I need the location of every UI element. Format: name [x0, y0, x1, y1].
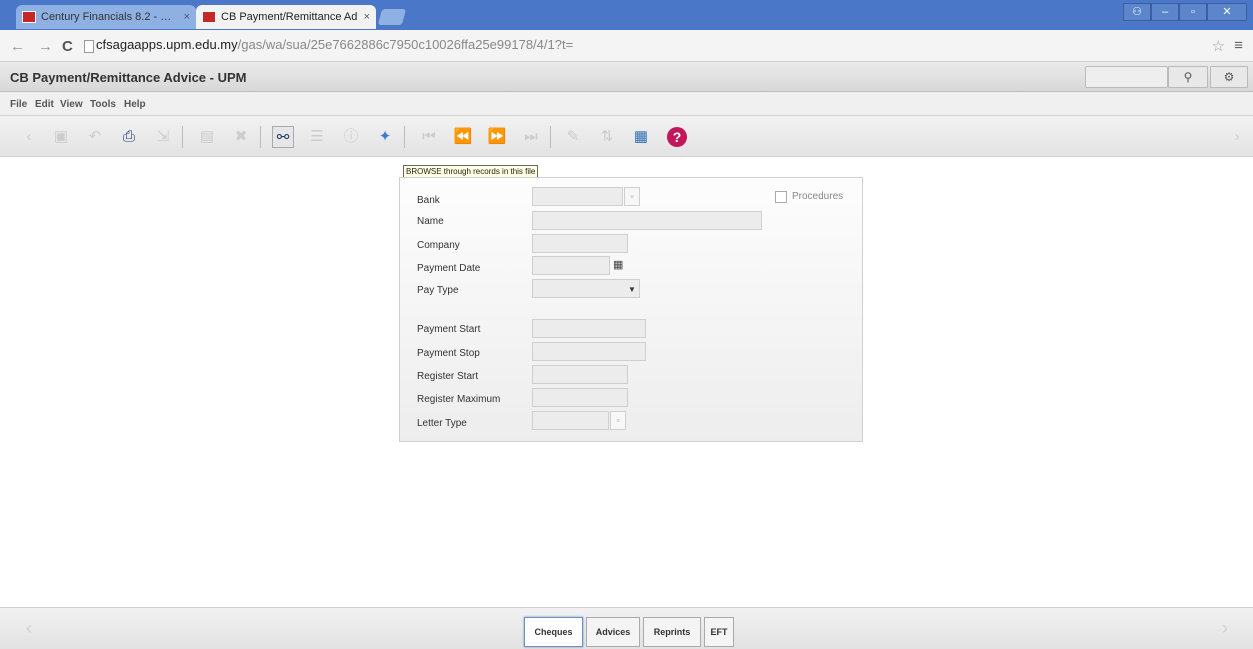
payment-start-field[interactable] — [532, 319, 646, 338]
new-tab-button[interactable] — [377, 9, 407, 25]
close-window-icon[interactable]: ✕ — [1207, 3, 1247, 21]
list-icon[interactable]: ☰ — [306, 126, 328, 148]
procedures-checkbox[interactable] — [775, 191, 787, 203]
menu-view[interactable]: View — [60, 99, 83, 110]
payment-start-label: Payment Start — [417, 324, 481, 335]
page-title: CB Payment/Remittance Advice - UPM — [10, 70, 247, 85]
payment-stop-field[interactable] — [532, 342, 646, 361]
previous-record-icon[interactable]: ⏪ — [452, 126, 474, 148]
company-label: Company — [417, 240, 460, 251]
window-controls: ⚇ – ▫ ✕ — [1123, 3, 1247, 21]
procedures-label: Procedures — [792, 191, 844, 202]
payment-stop-label: Payment Stop — [417, 348, 480, 359]
advices-button[interactable]: Advices — [586, 617, 640, 647]
menu-file[interactable]: File — [10, 99, 27, 110]
scroll-left-icon[interactable]: ‹ — [18, 126, 40, 148]
company-field[interactable] — [532, 234, 628, 253]
filter-icon[interactable]: ▦ — [630, 126, 652, 148]
menu-edit[interactable]: Edit — [35, 99, 54, 110]
bank-lookup-icon[interactable]: ▫ — [624, 187, 640, 206]
pay-type-label: Pay Type — [417, 285, 459, 296]
scroll-right-icon[interactable]: › — [1222, 618, 1228, 639]
save-icon[interactable]: ▤ — [196, 126, 218, 148]
url-host: cfsagaapps.upm.edu.my — [96, 37, 238, 52]
payment-date-label: Payment Date — [417, 263, 481, 274]
new-record-icon[interactable]: ✦ — [374, 126, 396, 148]
print-icon[interactable]: ⎙ — [118, 126, 140, 148]
back-icon[interactable]: ← — [10, 38, 25, 55]
toolbar-divider — [260, 126, 261, 148]
page-icon — [84, 40, 94, 53]
last-record-icon[interactable]: ⏭ — [520, 126, 542, 148]
url-path: /gas/wa/sua/25e7662886c7950c10026ffa25e9… — [237, 37, 574, 52]
eft-button[interactable]: EFT — [704, 617, 734, 647]
close-tab-icon[interactable]: × — [184, 11, 190, 23]
address-bar: ← → C cfsagaapps.upm.edu.my/gas/wa/sua/2… — [0, 30, 1253, 62]
app-title-bar: CB Payment/Remittance Advice - UPM ⚲ ⚙ — [0, 62, 1253, 92]
scroll-left-icon[interactable]: ‹ — [26, 618, 32, 639]
toolbar-divider — [182, 126, 183, 148]
minimize-icon[interactable]: – — [1151, 3, 1179, 21]
register-maximum-field[interactable] — [532, 388, 628, 407]
menu-tools[interactable]: Tools — [90, 99, 116, 110]
favicon-icon — [202, 11, 216, 23]
browser-tab-cb-payment[interactable]: CB Payment/Remittance Ad × — [196, 5, 376, 29]
browse-binoculars-icon[interactable]: ⚯ — [272, 126, 294, 148]
browser-tab-century[interactable]: Century Financials 8.2 - UPC × — [16, 5, 196, 29]
chevron-down-icon[interactable]: ▼ — [628, 285, 636, 294]
sort-icon[interactable]: ⇅ — [596, 126, 618, 148]
letter-type-lookup-icon[interactable]: ▫ — [610, 411, 626, 430]
name-label: Name — [417, 216, 444, 227]
next-record-icon[interactable]: ⏩ — [486, 126, 508, 148]
undo-icon[interactable]: ↶ — [84, 126, 106, 148]
toolbar: ‹ ▣ ↶ ⎙ ⇲ ▤ ✖ ⚯ ☰ ⓘ ✦ ⏮ ⏪ ⏩ ⏭ ✎ ⇅ ▦ ? › — [0, 116, 1253, 157]
reload-icon[interactable]: C — [62, 38, 73, 55]
bank-field[interactable] — [532, 187, 623, 206]
tab-label: Century Financials 8.2 - UPC — [41, 11, 179, 23]
search-icon[interactable]: ⚲ — [1168, 66, 1208, 88]
menu-bar: File Edit View Tools Help — [0, 92, 1253, 116]
help-icon[interactable]: ? — [667, 127, 687, 147]
letter-type-label: Letter Type — [417, 418, 467, 429]
edit-icon[interactable]: ✎ — [562, 126, 584, 148]
url-field[interactable]: cfsagaapps.upm.edu.my/gas/wa/sua/25e7662… — [96, 37, 573, 52]
first-record-icon[interactable]: ⏮ — [418, 126, 440, 148]
forward-icon[interactable]: → — [38, 38, 53, 55]
scroll-right-icon[interactable]: › — [1226, 126, 1248, 148]
copy-icon[interactable]: ▣ — [50, 126, 72, 148]
menu-help[interactable]: Help — [124, 99, 146, 110]
register-start-label: Register Start — [417, 371, 479, 382]
export-icon[interactable]: ⇲ — [152, 126, 174, 148]
letter-type-field[interactable] — [532, 411, 609, 430]
reprints-button[interactable]: Reprints — [643, 617, 701, 647]
user-icon[interactable]: ⚇ — [1123, 3, 1151, 21]
browser-tab-bar: Century Financials 8.2 - UPC × CB Paymen… — [0, 0, 1253, 30]
bank-label: Bank — [417, 195, 440, 206]
maximize-icon[interactable]: ▫ — [1179, 3, 1207, 21]
app-search-input[interactable] — [1085, 66, 1168, 88]
browser-menu-icon[interactable]: ≡ — [1234, 37, 1243, 54]
gear-icon[interactable]: ⚙ — [1210, 66, 1248, 88]
name-field[interactable] — [532, 211, 762, 230]
tab-label: CB Payment/Remittance Ad — [221, 11, 358, 23]
info-icon[interactable]: ⓘ — [340, 126, 362, 148]
register-maximum-label: Register Maximum — [417, 394, 501, 405]
favicon-icon — [22, 11, 36, 23]
toolbar-divider — [550, 126, 551, 148]
calendar-icon[interactable]: ▦ — [613, 258, 623, 271]
close-tab-icon[interactable]: × — [364, 11, 370, 23]
toolbar-divider — [404, 126, 405, 148]
cheques-button[interactable]: Cheques — [524, 617, 583, 647]
delete-icon[interactable]: ✖ — [230, 126, 252, 148]
bookmark-star-icon[interactable]: ☆ — [1212, 37, 1225, 55]
register-start-field[interactable] — [532, 365, 628, 384]
pay-type-select[interactable] — [532, 279, 640, 298]
payment-date-field[interactable] — [532, 256, 610, 275]
